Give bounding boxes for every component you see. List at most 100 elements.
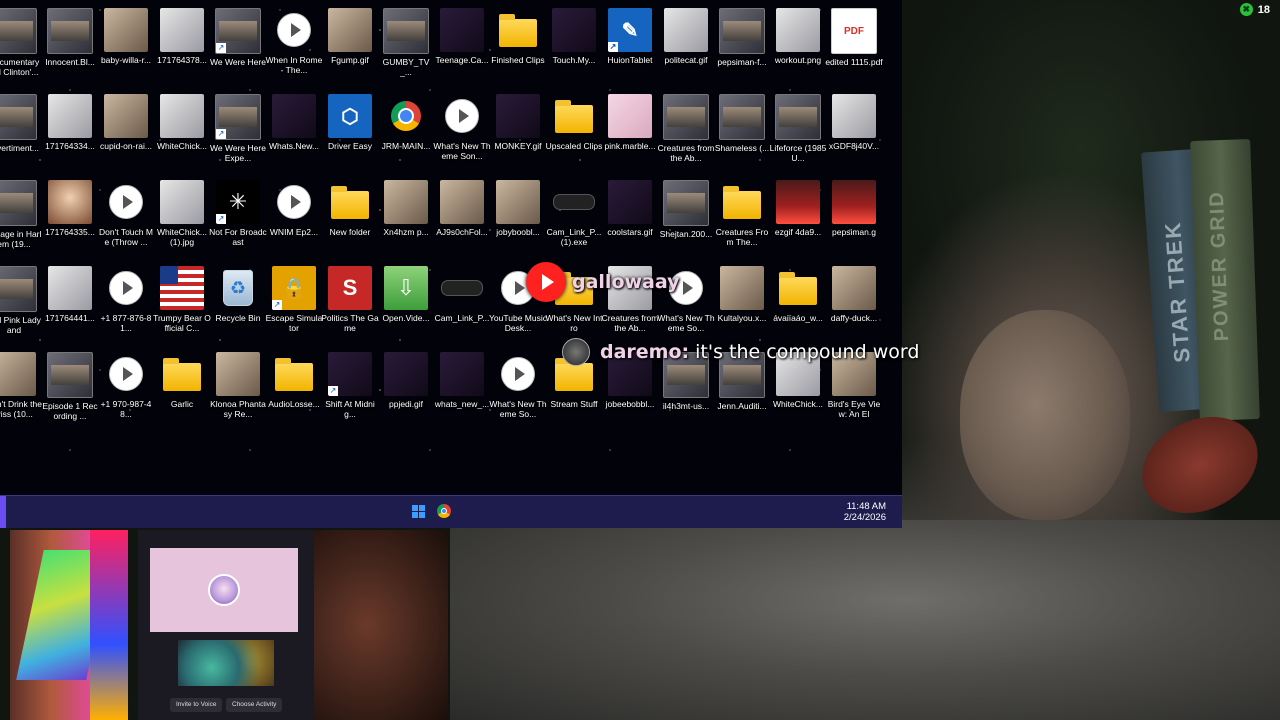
desktop-icon[interactable]: Xn4hzm p...	[378, 176, 434, 262]
desktop-icon-label: When In Rome - The...	[265, 55, 323, 75]
desktop-icon[interactable]: Lifeforce (1985 U...	[770, 90, 826, 176]
desktop-icon[interactable]: ppjedi.gif	[378, 348, 434, 434]
desktop-icon[interactable]: politecat.gif	[658, 4, 714, 90]
desktop-icon[interactable]: 🔒 Escape Simulator	[266, 262, 322, 348]
desktop-icon[interactable]: Creatures from the Ab...	[602, 262, 658, 348]
desktop-icon[interactable]: il4h3mt-us...	[658, 348, 714, 434]
desktop-icon[interactable]: whats_new_...	[434, 348, 490, 434]
image-thumbnail-icon	[48, 180, 92, 224]
desktop-icon[interactable]: We Were Here	[210, 4, 266, 90]
desktop-icon[interactable]: When In Rome - The...	[266, 4, 322, 90]
desktop-icon[interactable]: ✳ Not For Broadcast	[209, 176, 267, 262]
desktop-icon[interactable]: Stream Stuff	[546, 348, 602, 434]
desktop-icon[interactable]: jobyboobl...	[490, 176, 546, 262]
desktop-icon[interactable]: What's New Theme So...	[657, 262, 715, 348]
desktop-icon[interactable]: 171764335...	[42, 176, 98, 262]
desktop-icon[interactable]: GUMBY_TV_...	[378, 4, 434, 90]
desktop-icon[interactable]: MONKEY.gif	[490, 90, 546, 176]
desktop-icon[interactable]: workout.png	[770, 4, 826, 90]
desktop-icon[interactable]: A Rage in Harlem (19...	[0, 176, 42, 262]
desktop-icon[interactable]: Fgump.gif	[322, 4, 378, 90]
desktop-icon-label: Finished Clips	[491, 55, 545, 65]
image-thumbnail-icon	[215, 8, 261, 54]
desktop-icon[interactable]: xGDF8j40V...	[826, 90, 882, 176]
desktop-icon[interactable]: pepsiman.g	[826, 176, 882, 262]
desktop-icon[interactable]: Don't Touch Me (Throw ...	[98, 176, 154, 262]
desktop-icon[interactable]: New folder	[322, 176, 378, 262]
desktop-icon[interactable]: Jenn.Auditi...	[714, 348, 770, 434]
desktop-icon[interactable]: +1 970-987-48...	[98, 348, 154, 434]
desktop-icon[interactable]: ezgif 4da9...	[770, 176, 826, 262]
desktop-icon[interactable]: pepsiman-f...	[714, 4, 770, 90]
desktop-icon[interactable]: coolstars.gif	[602, 176, 658, 262]
desktop-icon[interactable]: ⇩ Open.Vide...	[378, 262, 434, 348]
image-thumbnail-icon	[832, 352, 876, 396]
image-thumbnail-icon	[216, 352, 260, 396]
desktop-icon[interactable]: jobeebobbl...	[602, 348, 658, 434]
desktop-icon[interactable]: What's New Theme Son...	[433, 90, 491, 176]
desktop-icon[interactable]: Creatures from the Ab...	[658, 90, 714, 176]
desktop-icon-label: Shejtan.200...	[659, 229, 713, 239]
desktop-icon[interactable]: We Were Here Expe...	[210, 90, 266, 176]
image-thumbnail-icon	[104, 94, 148, 138]
windows-start-icon[interactable]	[412, 505, 425, 518]
desktop-icon[interactable]: WNIM Ep2...	[266, 176, 322, 262]
desktop-icon[interactable]: YouTube Music Desk...	[489, 262, 547, 348]
desktop-icon[interactable]: +1 877-876-81...	[98, 262, 154, 348]
desktop-icon[interactable]: WhiteChick... (1).jpg	[154, 176, 210, 262]
desktop-icon[interactable]: Klonoa Phantasy Re...	[210, 348, 266, 434]
desktop-icon[interactable]: Documentary Bill Clinton'...	[0, 4, 42, 90]
desktop-icon[interactable]: ✎ HuionTablet	[602, 4, 658, 90]
desktop-icon[interactable]: Episode 1 Recording ...	[42, 348, 98, 434]
desktop-window: Documentary Bill Clinton'... Innocent.Bl.…	[0, 0, 902, 495]
desktop-icon[interactable]: S Politics The Game	[321, 262, 379, 348]
desktop-icon[interactable]: and Pink Lady and	[0, 262, 42, 348]
desktop-icon[interactable]: PDF edited 1115.pdf	[825, 4, 883, 90]
desktop-icon[interactable]: AudioLosse...	[266, 348, 322, 434]
desktop-icon[interactable]: cupid-on-rai...	[98, 90, 154, 176]
desktop-icon[interactable]: Whats.New...	[266, 90, 322, 176]
desktop-icon[interactable]: Trumpy Bear Official C...	[153, 262, 211, 348]
desktop-icon[interactable]: 171764441...	[42, 262, 98, 348]
desktop-icon[interactable]: Divertiment...	[0, 90, 42, 176]
desktop-icon[interactable]: AJ9s0chFol...	[434, 176, 490, 262]
desktop-icon[interactable]: Innocent.Bl...	[42, 4, 98, 90]
desktop-icon[interactable]: WhiteChick...	[154, 90, 210, 176]
chrome-taskbar-icon[interactable]	[437, 504, 451, 518]
desktop-icon[interactable]: What's New Theme So...	[489, 348, 547, 434]
invite-to-voice-button[interactable]: Invite to Voice	[170, 698, 223, 712]
desktop-icon[interactable]: Shejtan.200...	[658, 176, 714, 262]
desktop-icon[interactable]: Garlic	[154, 348, 210, 434]
desktop-icon[interactable]: ávaiïaáo_w...	[770, 262, 826, 348]
desktop-icon-label: coolstars.gif	[607, 227, 653, 237]
desktop-icon[interactable]: Finished Clips	[490, 4, 546, 90]
desktop-icon[interactable]: Teenage.Ca...	[434, 4, 490, 90]
desktop-icon[interactable]: pink.marble...	[602, 90, 658, 176]
desktop-icon[interactable]: WhiteChick...	[770, 348, 826, 434]
desktop-icon[interactable]: Upscaled Clips	[546, 90, 602, 176]
desktop-icon[interactable]: Don't Drink the Piss (10...	[0, 348, 42, 434]
desktop-icon[interactable]: What's New Intro	[546, 262, 602, 348]
desktop-icon[interactable]: Touch.My...	[546, 4, 602, 90]
desktop-icon[interactable]: Cam_Link_P... (1).exe	[546, 176, 602, 262]
image-thumbnail-icon	[384, 352, 428, 396]
desktop-icon[interactable]: Kultalyou.x...	[714, 262, 770, 348]
desktop-icon[interactable]: Bird's Eye View: An El	[826, 348, 882, 434]
desktop-icon[interactable]: JRM-MAIN...	[378, 90, 434, 176]
desktop-icon[interactable]: daffy-duck...	[826, 262, 882, 348]
desktop-icon[interactable]: baby-willa-r...	[98, 4, 154, 90]
viewer-count: ✖ 18	[1239, 3, 1270, 16]
desktop-icon[interactable]: Shift At Midnig...	[322, 348, 378, 434]
clock-date: 2/24/2026	[843, 512, 886, 523]
desktop-icon[interactable]: ⬡ Driver Easy	[322, 90, 378, 176]
desktop-icon[interactable]: 171764378...	[154, 4, 210, 90]
choose-activity-button[interactable]: Choose Activity	[226, 698, 283, 712]
system-clock[interactable]: 11:48 AM 2/24/2026	[844, 501, 886, 523]
app-icon: ⇩	[384, 266, 428, 310]
image-thumbnail-icon	[104, 8, 148, 52]
desktop-icon[interactable]: 171764334...	[42, 90, 98, 176]
desktop-icon[interactable]: Shameless (...	[714, 90, 770, 176]
desktop-icon[interactable]: ♻ Recycle Bin	[210, 262, 266, 348]
desktop-icon[interactable]: Creatures From The...	[714, 176, 770, 262]
desktop-icon[interactable]: Cam_Link_P...	[434, 262, 490, 348]
